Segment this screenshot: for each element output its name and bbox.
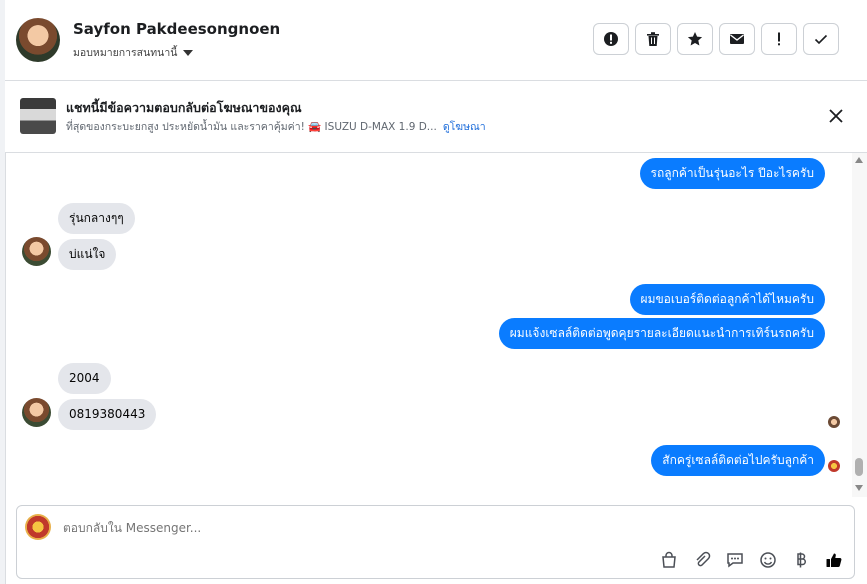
- contact-avatar-small[interactable]: [22, 398, 51, 427]
- reply-input[interactable]: [61, 517, 665, 539]
- outgoing-message[interactable]: ผมขอเบอร์ติดต่อลูกค้าได้ไหมครับ: [629, 284, 825, 315]
- scroll-thumb[interactable]: [855, 458, 863, 476]
- follow-up-button[interactable]: [761, 23, 797, 55]
- star-button[interactable]: [677, 23, 713, 55]
- outgoing-message[interactable]: ผมแจ้งเซลล์ติดต่อพูดคุยรายละเอียดแนะนำกา…: [498, 318, 825, 349]
- header-actions: [593, 23, 839, 55]
- contact-avatar[interactable]: [16, 18, 60, 62]
- reply-composer: [16, 505, 855, 579]
- mark-done-button[interactable]: [803, 23, 839, 55]
- outgoing-message[interactable]: สักครู่เซลล์ติดต่อไปครับลูกค้า: [651, 445, 825, 476]
- emoji-button[interactable]: [758, 550, 778, 570]
- contact-name[interactable]: Sayfon Pakdeesongnoen: [73, 20, 280, 38]
- scroll-up-arrow-icon[interactable]: [855, 157, 863, 163]
- mark-unread-button[interactable]: [719, 23, 755, 55]
- scroll-down-arrow-icon[interactable]: [855, 485, 863, 491]
- star-icon: [687, 32, 703, 46]
- close-icon[interactable]: [827, 107, 845, 125]
- baht-icon: [797, 552, 806, 568]
- paperclip-icon: [696, 551, 711, 567]
- thread-scrollbar[interactable]: [852, 153, 867, 497]
- thumbs-up-icon: [826, 553, 842, 567]
- saved-reply-icon: [727, 553, 743, 568]
- outgoing-message[interactable]: รถลูกค้าเป็นรุ่นอะไร ปีอะไรครับ: [639, 158, 825, 189]
- incoming-message[interactable]: บ่แน่ใจ: [58, 239, 117, 270]
- assign-conversation-dropdown[interactable]: มอบหมายการสนทนานี้: [73, 44, 194, 61]
- ad-banner-title: แชทนี้มีข้อความตอบกลับต่อโฆษณาของคุณ: [66, 100, 302, 115]
- conversation-header: Sayfon Pakdeesongnoen มอบหมายการสนทนานี้: [5, 0, 867, 81]
- read-receipt-avatar: [828, 416, 840, 428]
- mark-spam-button[interactable]: [593, 23, 629, 55]
- ad-thumbnail[interactable]: [20, 98, 56, 134]
- incoming-message[interactable]: 2004: [58, 363, 111, 394]
- exclamation-icon: [778, 32, 780, 46]
- view-ad-link[interactable]: ดูโฆษณา: [443, 118, 486, 135]
- trash-icon: [647, 32, 659, 46]
- contact-avatar-small[interactable]: [22, 237, 51, 266]
- delete-button[interactable]: [635, 23, 671, 55]
- page-avatar: [25, 514, 51, 540]
- check-icon: [814, 34, 828, 45]
- attach-button[interactable]: [692, 550, 712, 570]
- payment-button[interactable]: [791, 550, 811, 570]
- alert-circle-icon: [604, 32, 618, 46]
- incoming-message[interactable]: รุ่นกลางๆๆ: [58, 203, 135, 234]
- ad-reply-banner: แชทนี้มีข้อความตอบกลับต่อโฆษณาของคุณ ที่…: [5, 81, 867, 153]
- like-button[interactable]: [824, 550, 844, 570]
- page-seen-avatar: [828, 460, 840, 472]
- saved-replies-button[interactable]: [725, 550, 745, 570]
- incoming-message[interactable]: 0819380443: [58, 399, 157, 430]
- ad-banner-subtitle-row: ที่สุดของกระบะยกสูง ประหยัดน้ำมัน และราค…: [66, 118, 486, 135]
- shop-button[interactable]: [659, 550, 679, 570]
- envelope-icon: [730, 34, 744, 44]
- caret-down-icon: [183, 49, 194, 56]
- message-thread[interactable]: รถลูกค้าเป็นรุ่นอะไร ปีอะไรครับ รุ่นกลาง…: [5, 153, 851, 497]
- composer-tools: [659, 550, 844, 570]
- emoji-icon: [760, 552, 776, 568]
- bag-icon: [662, 551, 676, 568]
- assign-label: มอบหมายการสนทนานี้: [73, 47, 178, 59]
- ad-banner-subtitle: ที่สุดของกระบะยกสูง ประหยัดน้ำมัน และราค…: [66, 121, 437, 133]
